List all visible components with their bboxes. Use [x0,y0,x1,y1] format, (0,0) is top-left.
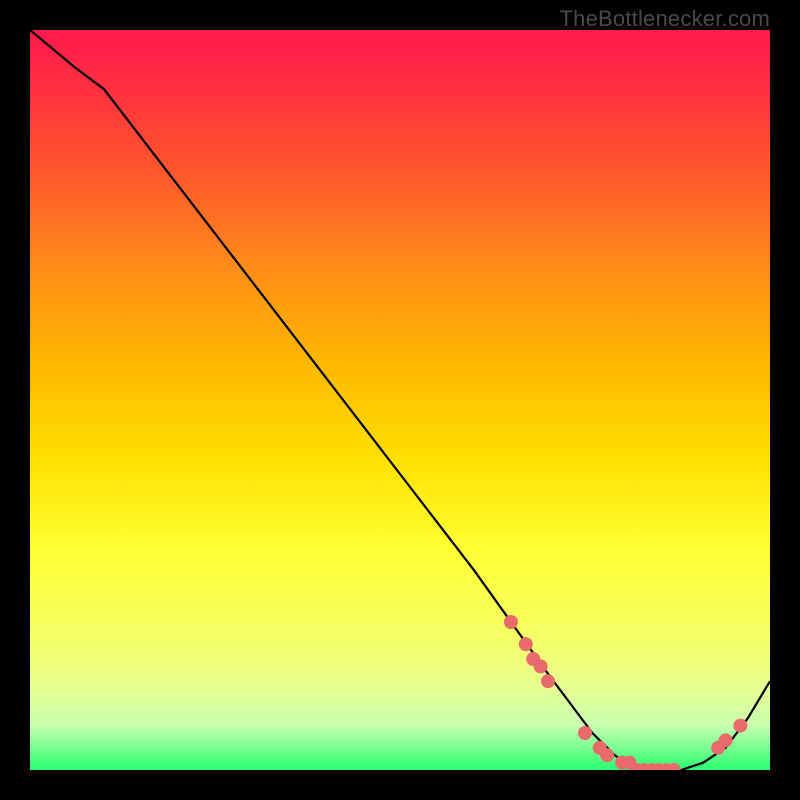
data-point [733,719,747,733]
bottleneck-curve [30,30,770,770]
data-point [534,659,548,673]
data-point [519,637,533,651]
data-point [719,733,733,747]
curve-layer [30,30,770,770]
data-point [541,674,555,688]
brand-watermark: TheBottlenecker.com [560,6,770,32]
data-point [578,726,592,740]
marker-group [504,615,747,770]
data-point [600,748,614,762]
plot-area [30,30,770,770]
chart-frame: TheBottlenecker.com [0,0,800,800]
data-point [504,615,518,629]
